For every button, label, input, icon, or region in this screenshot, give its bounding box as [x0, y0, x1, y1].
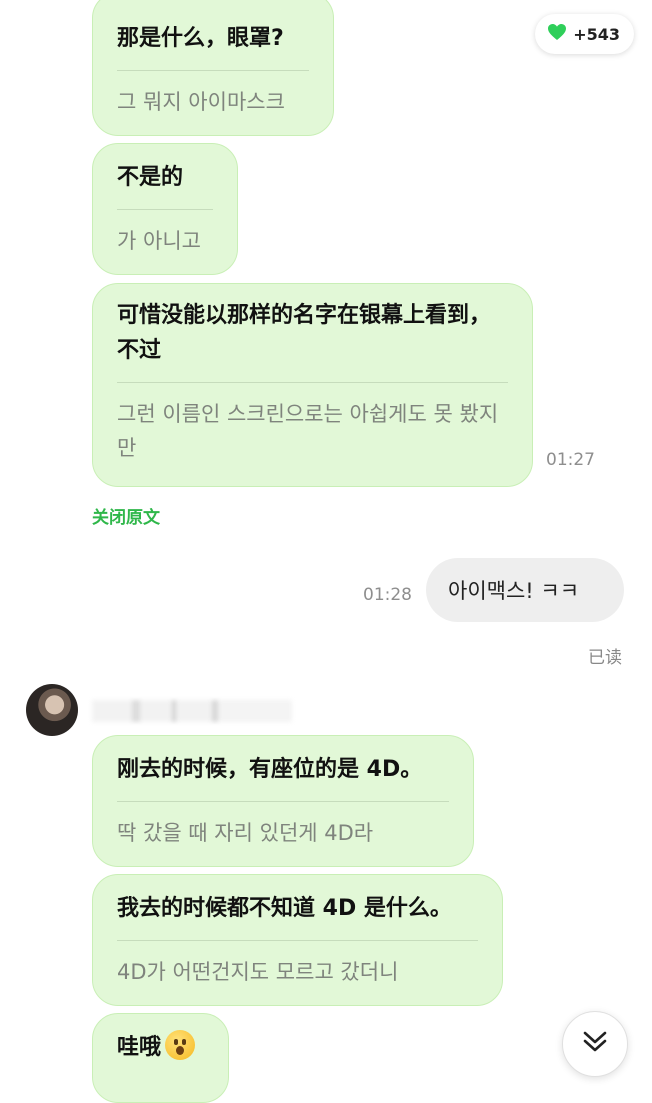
message-original-text: 我去的时候都不知道 4D 是什么。	[117, 896, 452, 921]
translation-divider	[117, 209, 213, 210]
translation-divider	[117, 801, 449, 802]
message-original-text: 可惜没能以那样的名字在银幕上看到，不过	[117, 303, 492, 363]
likes-count: +543	[573, 24, 620, 44]
avatar[interactable]	[26, 684, 78, 736]
message-translation-text: 그 뭐지 아이마스크	[117, 90, 285, 114]
message-translation-text: 4D가 어떤건지도 모르고 갔더니	[117, 960, 399, 984]
message-original-text: 不是的	[117, 165, 184, 190]
message-timestamp: 01:27	[546, 450, 595, 470]
close-original-link[interactable]: 关闭原文	[92, 503, 160, 528]
message-translation-text: 그런 이름인 스크린으로는 아쉽게도 못 봤지만	[117, 402, 499, 460]
outgoing-message-text: 아이맥스! ㅋㅋ	[448, 579, 580, 603]
message-translation-text: 딱 갔을 때 자리 있던게 4D라	[117, 821, 374, 845]
read-status: 已读	[588, 648, 622, 668]
likes-badge[interactable]: +543	[535, 14, 634, 54]
message-original-text: 那是什么，眼罩?	[117, 26, 284, 51]
heart-icon	[547, 23, 567, 45]
message-bubble[interactable]: 我去的时候都不知道 4D 是什么。 4D가 어떤건지도 모르고 갔더니	[92, 874, 503, 1006]
message-text: 哇哦	[117, 1035, 162, 1060]
message-original-text: 刚去的时候，有座位的是 4D。	[117, 757, 423, 782]
double-chevron-down-icon	[580, 1027, 610, 1061]
message-bubble[interactable]: 不是的 가 아니고	[92, 143, 238, 275]
message-bubble[interactable]: 哇哦	[92, 1013, 229, 1103]
sender-name-redacted	[92, 700, 292, 722]
translation-divider	[117, 70, 309, 71]
translation-divider	[117, 382, 508, 383]
message-bubble[interactable]: 刚去的时候，有座位的是 4D。 딱 갔을 때 자리 있던게 4D라	[92, 735, 474, 867]
translation-divider	[117, 940, 478, 941]
message-bubble[interactable]: 可惜没能以那样的名字在银幕上看到，不过 그런 이름인 스크린으로는 아쉽게도 못…	[92, 283, 533, 487]
message-bubble[interactable]: 那是什么，眼罩? 그 뭐지 아이마스크	[92, 0, 334, 136]
outgoing-message-bubble[interactable]: 아이맥스! ㅋㅋ	[426, 558, 624, 622]
message-original-text: 哇哦	[117, 1030, 204, 1065]
hushed-face-emoji	[165, 1030, 196, 1060]
message-timestamp: 01:28	[363, 585, 412, 605]
message-translation-text: 가 아니고	[117, 229, 201, 253]
scroll-to-bottom-button[interactable]	[562, 1011, 628, 1077]
